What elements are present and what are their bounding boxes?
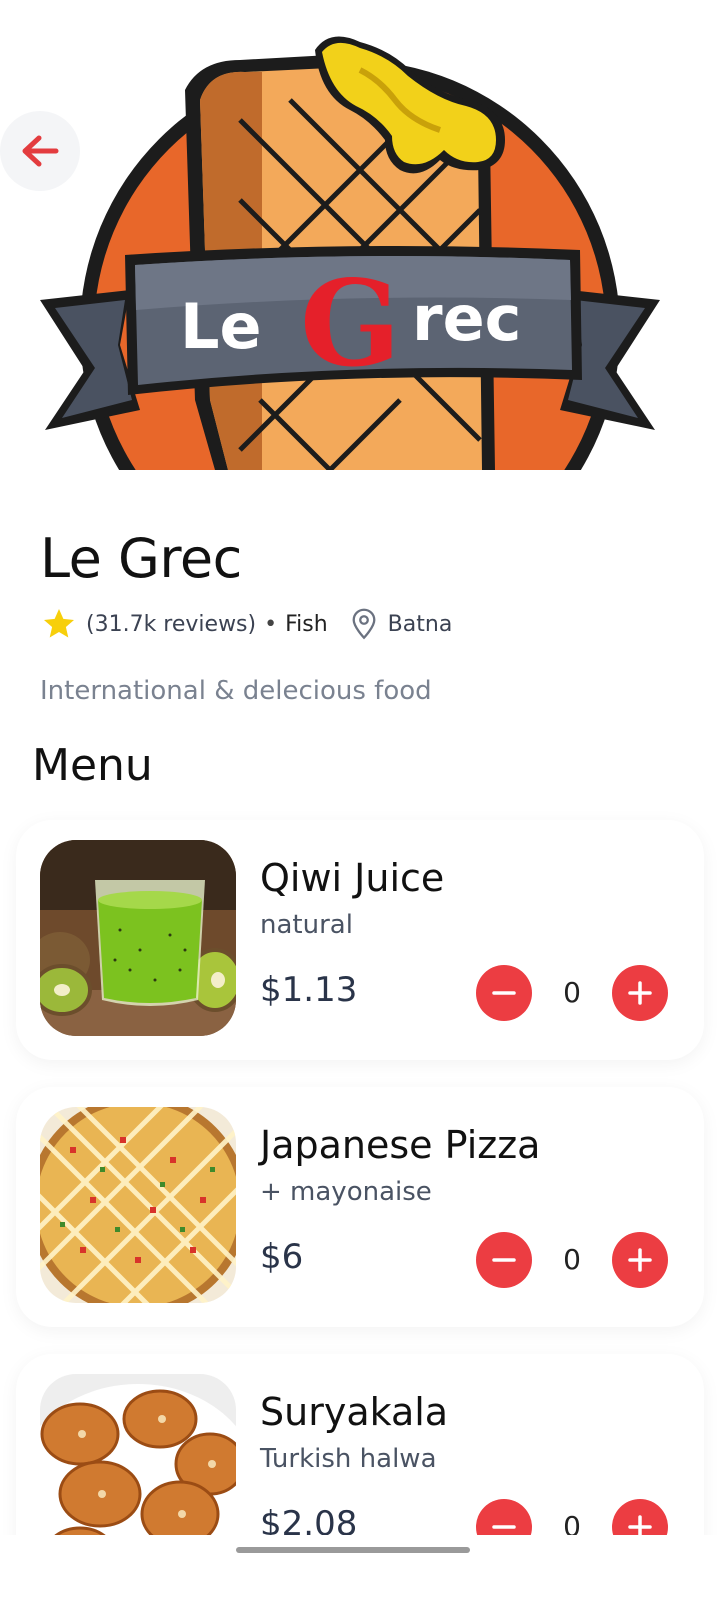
reviews-count[interactable]: (31.7k reviews) — [86, 612, 256, 637]
menu-heading: Menu — [32, 740, 153, 791]
menu-item-price: $6 — [260, 1237, 304, 1277]
restaurant-meta: (31.7k reviews) • Fish Batna — [40, 606, 680, 642]
plus-icon — [628, 981, 652, 1005]
meta-separator: • — [264, 611, 278, 637]
map-pin-icon — [350, 608, 378, 640]
restaurant-location[interactable]: Batna — [388, 612, 453, 637]
menu-item-subtitle: Turkish halwa — [260, 1444, 437, 1474]
menu-item-name: Suryakala — [260, 1390, 449, 1434]
bottom-safe-area — [0, 1535, 720, 1600]
arrow-left-icon — [22, 135, 59, 167]
svg-text:rec: rec — [412, 282, 521, 355]
decrease-quantity-button[interactable] — [476, 965, 532, 1021]
menu-item-image — [40, 1107, 236, 1303]
restaurant-name: Le Grec — [40, 527, 242, 590]
restaurant-category: Fish — [285, 611, 328, 637]
decrease-quantity-button[interactable] — [476, 1232, 532, 1288]
restaurant-info: Le Grec (31.7k reviews) • Fish Batna Int… — [40, 520, 680, 707]
menu-item-price: $1.13 — [260, 970, 358, 1010]
plus-icon — [628, 1248, 652, 1272]
svg-text:Le: Le — [180, 290, 262, 363]
restaurant-description: International & delecious food — [40, 676, 432, 706]
menu-item-image — [40, 840, 236, 1036]
restaurant-hero-image: Le G rec — [0, 0, 720, 480]
menu-item-subtitle: natural — [260, 910, 353, 940]
minus-icon — [492, 1258, 516, 1262]
menu-item-subtitle: + mayonaise — [260, 1177, 432, 1207]
menu-item-name: Qiwi Juice — [260, 856, 445, 900]
increase-quantity-button[interactable] — [612, 1232, 668, 1288]
svg-text:G: G — [300, 254, 401, 393]
le-grec-logo: Le G rec — [40, 36, 660, 470]
menu-item-card[interactable]: Qiwi Juice natural $1.13 0 — [16, 820, 704, 1060]
menu-item-name: Japanese Pizza — [260, 1123, 541, 1167]
home-indicator[interactable] — [236, 1547, 470, 1553]
increase-quantity-button[interactable] — [612, 965, 668, 1021]
back-button[interactable] — [0, 111, 80, 191]
star-icon — [44, 609, 74, 638]
menu-item-card[interactable]: Japanese Pizza + mayonaise $6 0 — [16, 1087, 704, 1327]
quantity-value: 0 — [563, 976, 581, 1009]
quantity-value: 0 — [563, 1243, 581, 1276]
minus-icon — [492, 991, 516, 995]
